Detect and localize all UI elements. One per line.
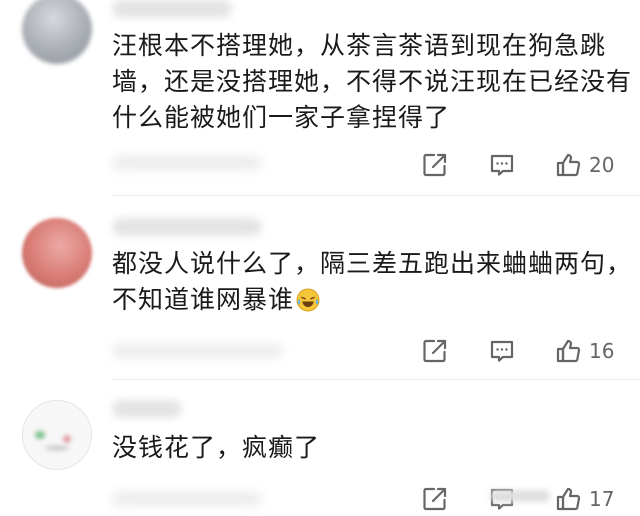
share-icon [423, 153, 447, 177]
like-button[interactable]: 17 [555, 484, 614, 514]
username-blurred [112, 218, 262, 236]
comment-button[interactable] [488, 336, 516, 366]
share-icon [423, 487, 447, 511]
comment-button[interactable] [488, 150, 516, 180]
avatar[interactable] [22, 0, 92, 64]
avatar[interactable] [22, 400, 92, 470]
comment-actions: 20 [0, 150, 640, 180]
share-button[interactable] [421, 150, 449, 180]
comment-icon [490, 154, 514, 176]
thumbs-up-icon [556, 487, 581, 511]
username-blurred [112, 0, 232, 18]
like-count: 20 [589, 153, 615, 177]
username-blurred [112, 400, 182, 418]
like-button[interactable]: 16 [555, 336, 614, 366]
comment-text: 汪根本不搭理她，从茶言茶语到现在狗急跳墙，还是没搭理她，不得不说汪现在已经没有什… [112, 31, 633, 132]
thumbs-up-icon [556, 153, 581, 177]
watermark-blurred [490, 490, 550, 502]
share-button[interactable] [421, 336, 449, 366]
comment-item: 没钱花了，疯癫了 17 [0, 380, 640, 516]
like-count: 17 [589, 487, 615, 511]
share-icon [423, 339, 447, 363]
like-button[interactable]: 20 [555, 150, 614, 180]
comment-icon [490, 340, 514, 362]
comment-text-content: 都没人说什么了，隔三差五跑出来蛐蛐两句，不知道谁网暴谁 [112, 249, 633, 314]
crying-laughing-emoji [296, 288, 320, 312]
thumbs-up-icon [556, 339, 581, 363]
like-count: 16 [589, 339, 615, 363]
comment-item: 都没人说什么了，隔三差五跑出来蛐蛐两句，不知道谁网暴谁 16 [0, 196, 640, 380]
comment-text: 没钱花了，疯癫了 [112, 433, 321, 462]
comment-item: 汪根本不搭理她，从茶言茶语到现在狗急跳墙，还是没搭理她，不得不说汪现在已经没有什… [0, 0, 640, 196]
comment-feed: 汪根本不搭理她，从茶言茶语到现在狗急跳墙，还是没搭理她，不得不说汪现在已经没有什… [0, 0, 640, 516]
comment-actions: 16 [0, 336, 640, 366]
comment-text: 都没人说什么了，隔三差五跑出来蛐蛐两句，不知道谁网暴谁 [112, 246, 632, 318]
share-button[interactable] [421, 484, 449, 514]
avatar[interactable] [22, 218, 92, 288]
